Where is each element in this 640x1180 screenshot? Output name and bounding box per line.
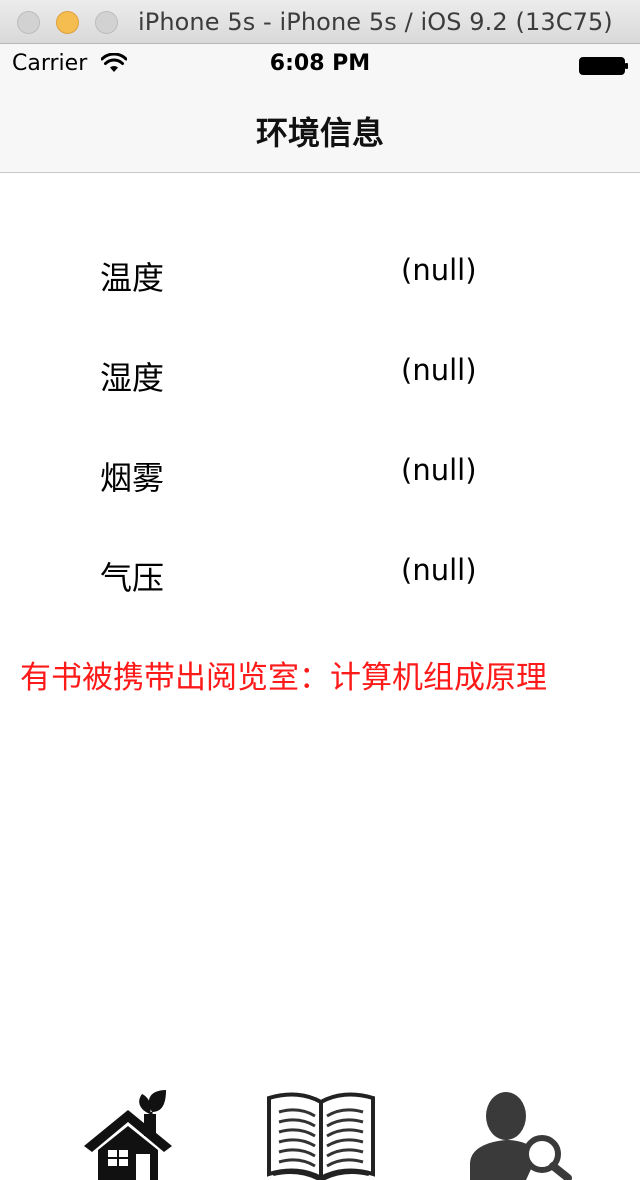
user-search-icon: [470, 1092, 572, 1180]
reading-label: 温度: [100, 259, 165, 297]
window-titlebar: iPhone 5s - iPhone 5s / iOS 9.2 (13C75): [0, 0, 640, 44]
navigation-bar: 环境信息: [0, 84, 640, 173]
window-close-button[interactable]: [17, 11, 40, 34]
window-title: iPhone 5s - iPhone 5s / iOS 9.2 (13C75): [138, 8, 613, 36]
battery-full-icon: [579, 57, 628, 75]
open-book-icon: [267, 1092, 375, 1180]
status-time: 6:08 PM: [269, 51, 371, 76]
reading-row-humidity: 湿度 (null): [0, 345, 640, 405]
reading-label: 烟雾: [100, 459, 165, 497]
window-minimize-button[interactable]: [56, 11, 79, 34]
window-zoom-button[interactable]: [95, 11, 118, 34]
tab-books[interactable]: [267, 1088, 375, 1180]
reading-label: 湿度: [100, 359, 165, 397]
reading-value: (null): [401, 553, 477, 587]
tab-home[interactable]: [82, 1088, 182, 1180]
eco-home-icon: [84, 1090, 172, 1180]
reading-row-temperature: 温度 (null): [0, 245, 640, 305]
reading-label: 气压: [100, 559, 165, 597]
reading-row-smoke: 烟雾 (null): [0, 445, 640, 505]
tab-bar: [0, 1080, 640, 1180]
status-bar: Carrier 6:08 PM: [0, 44, 640, 84]
reading-value: (null): [401, 353, 477, 387]
reading-row-pressure: 气压 (null): [0, 545, 640, 605]
page-title: 环境信息: [255, 114, 384, 152]
tab-user-search[interactable]: [468, 1088, 572, 1180]
reading-value: (null): [401, 453, 477, 487]
book-alert-message: 有书被携带出阅览室：计算机组成原理: [20, 660, 547, 696]
reading-value: (null): [401, 253, 477, 287]
